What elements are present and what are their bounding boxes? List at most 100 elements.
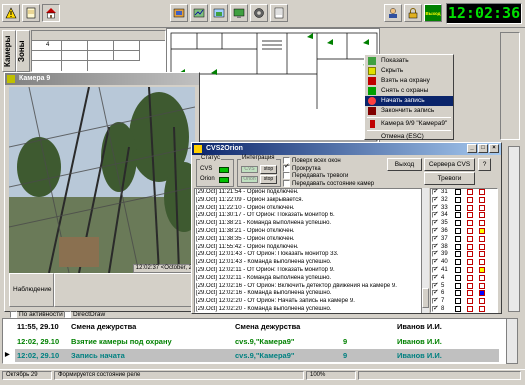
log-line[interactable]: [29.Oct] 11:38:21 - Команда выполнена ус… xyxy=(196,220,421,228)
tab-cameras[interactable]: Камеры xyxy=(3,31,12,71)
grid-cell[interactable] xyxy=(62,61,88,71)
grid-cell[interactable] xyxy=(32,61,62,71)
camera-list-row[interactable]: 37 xyxy=(431,234,497,244)
log-line[interactable]: [29.Oct] 11:38:35 - Орион отключен. xyxy=(196,236,421,244)
maximize-button[interactable]: □ xyxy=(478,144,488,153)
menu-item-start-record[interactable]: Начать запись xyxy=(365,96,453,106)
camera-alarm-box xyxy=(479,290,485,297)
menu-item-stop-record[interactable]: Закончить запись xyxy=(365,106,453,116)
menu-item-cancel[interactable]: Отмена (ESC) xyxy=(365,132,453,142)
grid-cell[interactable] xyxy=(62,51,88,61)
monitor-icon[interactable] xyxy=(230,4,248,22)
home-icon[interactable] xyxy=(42,4,60,22)
exit-button[interactable]: Выход xyxy=(387,158,422,171)
image-icon[interactable] xyxy=(210,4,228,22)
camera-list-row[interactable]: 31 xyxy=(431,189,497,197)
menu-separator xyxy=(367,130,451,131)
person-icon[interactable] xyxy=(384,4,402,22)
log-line[interactable]: [29.Oct] 12:01:43 - От Орион: Показать м… xyxy=(196,251,421,259)
right-scrollbar[interactable] xyxy=(508,146,520,312)
status-zoom-text: 100% xyxy=(310,372,326,378)
log-line[interactable]: [29.Oct] 11:30:17 - От Орион: Показать м… xyxy=(196,212,421,220)
camera-list-row[interactable]: 36 xyxy=(431,226,497,236)
notepad-icon[interactable] xyxy=(270,4,288,22)
log-line[interactable]: [29.Oct] 12:02:16 - Команда выполнена ус… xyxy=(196,290,421,298)
checkbox-scroll[interactable] xyxy=(283,163,290,172)
camera-icon[interactable] xyxy=(170,4,188,22)
checkbox-directdraw[interactable] xyxy=(64,311,71,318)
camera-list-row[interactable]: 5 xyxy=(431,281,497,291)
document-icon[interactable] xyxy=(22,4,40,22)
grid-cell[interactable] xyxy=(88,41,114,51)
event-row[interactable]: 12:02, 29.10 Взятие камеры под охрану cvs.… xyxy=(15,335,499,348)
lock-icon[interactable] xyxy=(404,4,422,22)
log-line[interactable]: [29.Oct] 11:22:10 - Орион отключен. xyxy=(196,205,421,213)
grid-cell[interactable] xyxy=(114,41,140,51)
log-line[interactable]: [29.Oct] 11:55:42 - Орион подключен. xyxy=(196,244,421,252)
warning-icon[interactable] xyxy=(2,4,20,22)
menu-item-disarm[interactable]: Снять с охраны xyxy=(365,86,453,96)
log-line[interactable]: [29.Oct] 12:02:11 - Команда выполнена ус… xyxy=(196,275,421,283)
event-row[interactable]: 12:02, 29.10 Запись начата cvs.9,"Камера9"… xyxy=(5,349,499,362)
menu-item-arm[interactable]: Взять на охрану xyxy=(365,76,453,86)
menu-item-camera[interactable]: Камера 9/9 "Камера9" xyxy=(365,119,453,129)
tab-zones[interactable]: Зоны xyxy=(17,31,26,71)
camera-list-row[interactable]: 39 xyxy=(431,249,497,259)
log-line[interactable]: [29.Oct] 11:38:21 - Орион отключен. xyxy=(196,228,421,236)
servers-button[interactable]: Сервера CVS xyxy=(424,158,475,171)
minimize-button[interactable]: _ xyxy=(467,144,477,153)
camera-alarm-box xyxy=(467,305,473,312)
integration-cvs-stop[interactable]: stop xyxy=(260,165,277,174)
log-list[interactable]: [29.Oct] 11:21:54 - Орион подключен. [29.… xyxy=(194,188,422,313)
grid-cell[interactable] xyxy=(32,51,62,61)
camera-list[interactable]: 313233343536373839404145678 xyxy=(430,188,498,313)
opt-alarms[interactable]: Передавать тревоги xyxy=(283,172,393,180)
camera-list-row[interactable]: 4 xyxy=(431,273,497,283)
log-line[interactable]: [29.Oct] 12:02:20 - От Орион: Начать зап… xyxy=(196,298,421,306)
grid-cell[interactable] xyxy=(114,51,140,61)
exit-button[interactable]: Выход xyxy=(424,4,442,22)
opt-scroll[interactable]: Прокрутка xyxy=(283,163,393,173)
log-line[interactable]: [29.Oct] 12:01:43 - Команда выполнена ус… xyxy=(196,259,421,267)
camera-list-row[interactable]: 8 xyxy=(431,304,497,312)
checkbox-alarms[interactable] xyxy=(283,172,290,179)
camera-list-row[interactable]: 7 xyxy=(431,296,497,306)
camera-list-row[interactable]: 33 xyxy=(431,203,497,213)
camera-list-row[interactable]: 35 xyxy=(431,218,497,228)
menu-item-hide[interactable]: Скрыть xyxy=(365,66,453,76)
camera-state-box xyxy=(455,235,461,242)
camera-list-row[interactable]: 40 xyxy=(431,257,497,267)
grid-cell[interactable] xyxy=(62,41,88,51)
help-button[interactable]: ? xyxy=(478,158,491,171)
camera-list-row[interactable]: 6 xyxy=(431,288,497,298)
menu-item-show[interactable]: Показать xyxy=(365,56,453,66)
clock-text: 12:02:36 xyxy=(447,4,521,22)
opt-cam-state[interactable]: Передавать состояние камер xyxy=(283,179,393,188)
camera-list-row[interactable]: 41 xyxy=(431,265,497,275)
checkbox-cam-state[interactable] xyxy=(283,179,290,187)
log-line[interactable]: [29.Oct] 11:22:09 - Орион закрывается. xyxy=(196,197,421,205)
grid-cell[interactable] xyxy=(88,51,114,61)
log-line[interactable]: [29.Oct] 11:21:54 - Орион подключен. xyxy=(196,189,421,197)
tools-icon[interactable] xyxy=(250,4,268,22)
checkbox-inactive[interactable] xyxy=(10,311,17,318)
alarms-button[interactable]: Тревоги xyxy=(424,172,475,185)
camera-alarm-box xyxy=(467,235,473,242)
video-icon[interactable] xyxy=(190,4,208,22)
grid-cell-number[interactable]: 4 xyxy=(32,41,62,51)
event-row[interactable]: 11:55, 29.10 Смена дежурства Смена дежурст… xyxy=(15,320,499,333)
camera-list-row[interactable]: 34 xyxy=(431,210,497,220)
camera-list-row[interactable]: 38 xyxy=(431,242,497,252)
log-scrollbar[interactable] xyxy=(421,188,429,313)
scroll-thumb[interactable] xyxy=(422,288,429,308)
log-line[interactable]: [29.Oct] 12:02:20 - Команда выполнена ус… xyxy=(196,306,421,312)
integration-orion-stop[interactable]: stop xyxy=(260,175,277,184)
camera-list-row[interactable]: 32 xyxy=(431,195,497,205)
close-button[interactable]: × xyxy=(489,144,499,153)
log-line[interactable]: [29.Oct] 12:02:16 - От Орион: Включить д… xyxy=(196,283,421,291)
camera-checkbox[interactable] xyxy=(432,304,439,312)
opt-on-top[interactable]: Поверх всех окон xyxy=(283,157,393,165)
events-scroll[interactable] xyxy=(506,318,518,364)
camera-view[interactable]: 12:02:37 <October, 2 xyxy=(9,87,195,273)
log-line[interactable]: [29.Oct] 12:02:11 - От Орион: Показать м… xyxy=(196,267,421,275)
